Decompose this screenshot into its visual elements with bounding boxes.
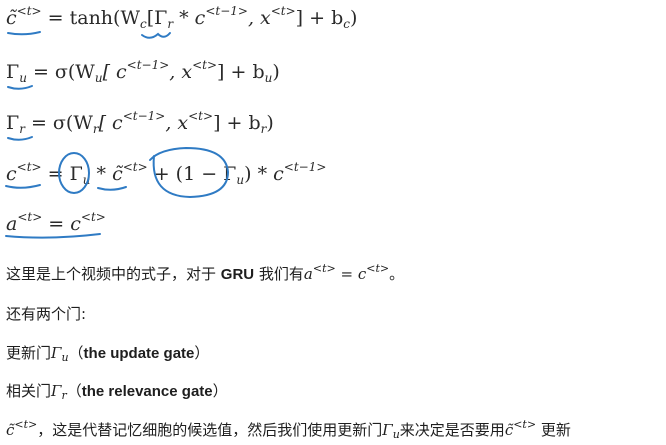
underline-eq4-ctilde	[97, 186, 127, 191]
circle-eq4-paren	[149, 146, 230, 199]
handwritten-annotations	[5, 31, 230, 239]
gru-intro-text: 这里是上个视频中的式子，对于 GRU 我们有a<t> = c<t>。	[6, 262, 405, 283]
underline-eq1-gamma	[141, 32, 171, 39]
update-gate-text: 更新门Γu（the update gate）	[6, 344, 210, 364]
underline-eq3-gamma	[7, 136, 33, 141]
equation-image: c̃<t> = tanh(Wc[Γr * c<t−1>, x<t>] + bc)…	[0, 0, 666, 252]
underline-eq1-lhs	[7, 31, 41, 36]
two-gates-text: 还有两个门:	[6, 305, 87, 323]
circle-eq4-gamma	[58, 152, 90, 194]
candidate-explanation-text: c̃<t>，这是代替记忆细胞的候选值，然后我们使用更新门Γu来决定是否要用c̃<…	[6, 418, 571, 441]
underline-eq5	[5, 233, 101, 239]
relevance-gate-text: 相关门Γr（the relevance gate）	[6, 382, 228, 402]
underline-eq4-lhs	[5, 184, 41, 189]
underline-eq2-gamma	[7, 85, 33, 90]
